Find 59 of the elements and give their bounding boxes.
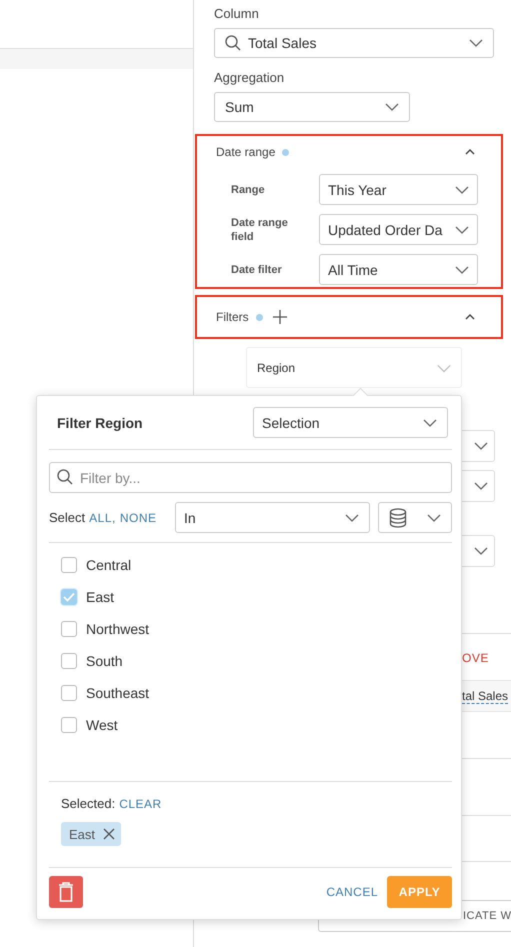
chevron-down-icon [437,364,451,372]
filter-search-field[interactable]: Filter by... [49,462,452,493]
field-label: Date filter [231,262,283,276]
caret-up-icon[interactable] [465,149,475,155]
aggregation-select[interactable]: Sum [214,92,410,122]
checkbox[interactable] [61,621,77,637]
trash-icon [58,882,74,902]
checkbox[interactable] [61,557,77,573]
chevron-down-icon [345,514,359,522]
search-icon [57,469,73,485]
checkbox[interactable] [61,589,77,605]
data-source-dropdown[interactable] [378,502,452,533]
add-icon[interactable] [272,310,287,324]
mode-select[interactable]: Selection [253,407,448,438]
option-label: South [86,653,123,669]
selected-label: Selected: [61,796,116,811]
popover-title: Filter Region [57,414,144,430]
remove-link[interactable]: OVE [462,651,511,665]
chevron-down-icon [455,266,469,274]
select-link[interactable]: ALL, [89,510,116,524]
checkbox[interactable] [61,685,77,701]
checkbox[interactable] [61,717,77,733]
option-label: Southeast [86,685,150,701]
field-label: Date range field [231,216,289,244]
select-label: Select [49,510,86,525]
clear-link[interactable]: CLEAR [119,796,162,810]
search-icon [225,35,241,51]
filter-select[interactable]: Region [246,347,462,388]
chevron-down-icon [469,39,483,47]
chip-label: East [69,826,96,842]
remove-icon[interactable] [103,828,116,840]
chevron-down-icon [385,103,399,111]
dropdown[interactable]: This Year [319,174,478,205]
dropdown[interactable]: Updated Order Da [319,214,478,245]
cancel-button[interactable]: CANCEL [322,876,382,908]
checkbox[interactable] [61,653,77,669]
option-label: Northwest [86,621,150,637]
chevron-down-icon [474,482,488,490]
chevron-down-icon [474,442,488,450]
chevron-down-icon [474,547,488,555]
option-label: Central [86,557,132,573]
chevron-down-icon [423,418,437,426]
section-title[interactable]: Date range [216,145,276,159]
field-label: Column [214,6,260,22]
option-label: East [86,589,114,605]
caret-up-icon[interactable] [465,314,475,320]
select-link[interactable]: NONE [120,510,156,524]
section-title[interactable]: Filters [216,310,249,324]
field-label: Range [231,182,266,196]
field-label: Aggregation [214,70,286,86]
dropdown[interactable]: All Time [319,254,478,285]
chevron-down-icon [455,226,469,234]
operator-select[interactable]: In [175,502,370,533]
chevron-down-icon [455,186,469,194]
delete-button[interactable] [49,876,83,908]
chevron-down-icon [427,514,441,522]
column-select[interactable]: Total Sales [214,28,494,58]
database-icon [389,508,407,528]
option-label: West [86,717,118,733]
